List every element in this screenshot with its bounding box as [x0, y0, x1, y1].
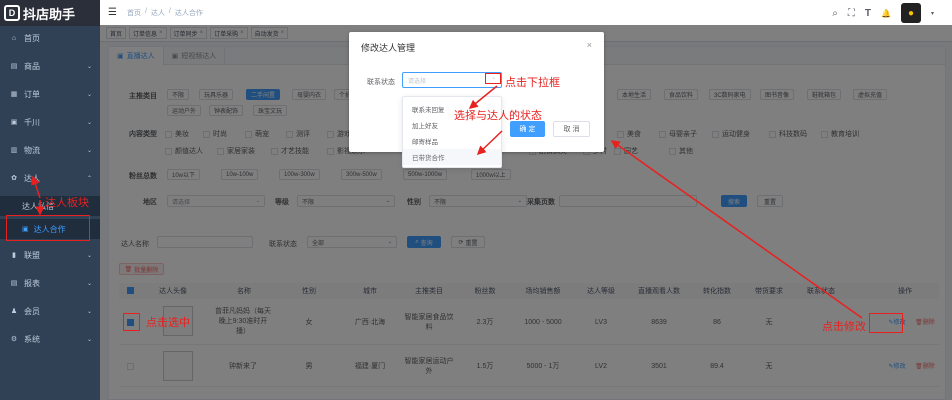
chevron-up-icon: ⌃	[86, 175, 92, 182]
sidebar-item-report[interactable]: ▤ 报表 ⌄	[0, 273, 100, 293]
chevron-down-icon: ⌄	[86, 91, 92, 98]
chevron-down-icon: ⌄	[86, 308, 92, 315]
fullscreen-icon[interactable]: ⛶	[848, 8, 855, 19]
annotation-box-row-checkbox	[123, 313, 140, 331]
sidebar-item-alliance[interactable]: ▮ 联盟 ⌄	[0, 245, 100, 265]
chevron-down-icon: ⌄	[86, 63, 92, 70]
sidebar-item-label: 会员	[24, 306, 40, 316]
close-icon[interactable]: ×	[587, 40, 592, 50]
app-name: 抖店助手	[23, 6, 76, 22]
confirm-button[interactable]: 确 定	[510, 121, 545, 137]
annotation-choose-status: 选择与达人的状态	[454, 110, 542, 122]
sidebar-item-label: 物流	[24, 145, 40, 155]
sidebar-item-system[interactable]: ⚙ 系统 ⌄	[0, 329, 100, 349]
sidebar-item-label: 联盟	[24, 250, 40, 260]
app-logo: D 抖店助手	[0, 0, 100, 26]
caret-down-icon[interactable]: ▾	[931, 10, 934, 17]
sidebar-item-qianchuan[interactable]: ▣ 千川 ⌄	[0, 112, 100, 132]
report-icon: ▤	[10, 280, 18, 287]
sidebar-item-logistics[interactable]: ▥ 物流 ⌄	[0, 140, 100, 160]
dialog-title: 修改达人管理	[361, 43, 416, 53]
avatar-image: ●	[907, 7, 914, 19]
sidebar-item-label: 首页	[24, 33, 40, 43]
sidebar-item-label: 订单	[24, 89, 40, 99]
sidebar-item-order[interactable]: ▦ 订单 ⌄	[0, 84, 100, 104]
annotation-talent-block: 达人板块	[45, 197, 89, 209]
contact-status-label: 联系状态	[367, 79, 395, 86]
dropdown-option[interactable]: 已带货合作	[403, 149, 501, 165]
alliance-icon: ▮	[12, 252, 16, 259]
chevron-down-icon: ⌄	[86, 336, 92, 343]
chevron-down-icon: ⌄	[86, 280, 92, 287]
sidebar-item-label: 商品	[24, 61, 40, 71]
cancel-button[interactable]: 取 消	[553, 121, 590, 137]
sidebar-item-talent[interactable]: ✿ 达人 ⌃	[0, 168, 100, 188]
annotation-click-dropdown: 点击下拉框	[505, 77, 560, 89]
breadcrumb-sep: /	[168, 7, 171, 15]
top-header: ☰ 首页 / 达人 / 达人合作 ⌕ ⛶ T 🔔 ● ▾	[100, 0, 952, 25]
annotation-click-edit: 点击修改	[822, 321, 866, 333]
chevron-down-icon: ⌄	[86, 252, 92, 259]
sidebar-item-label: 千川	[24, 117, 40, 127]
sidebar-item-product[interactable]: ▤ 商品 ⌄	[0, 56, 100, 76]
annotation-box-dropdown	[485, 73, 501, 84]
breadcrumb-sep: /	[144, 7, 147, 15]
breadcrumb-item[interactable]: 首页	[127, 8, 141, 18]
home-icon: ⌂	[11, 34, 17, 42]
product-icon: ▤	[10, 63, 18, 70]
hamburger-icon[interactable]: ☰	[108, 7, 117, 18]
breadcrumb-current: 达人合作	[174, 9, 203, 17]
font-size-icon[interactable]: T	[865, 8, 871, 19]
gear-icon: ⚙	[10, 336, 18, 343]
sidebar-item-home[interactable]: ⌂ 首页	[0, 28, 100, 48]
annotation-click-select: 点击选中	[146, 317, 190, 329]
search-icon[interactable]: ⌕	[832, 8, 838, 19]
avatar[interactable]: ●	[900, 3, 921, 23]
dropdown-option[interactable]: 邮寄样品	[403, 133, 501, 149]
header-tools: ⌕ ⛶ T 🔔 ● ▾	[832, 3, 934, 23]
chevron-down-icon: ⌄	[86, 147, 92, 154]
talent-icon: ✿	[11, 175, 17, 182]
annotation-box-edit	[869, 313, 903, 333]
sidebar-item-label: 达人	[24, 173, 40, 183]
select-placeholder: 请选择	[408, 78, 427, 85]
breadcrumb-item[interactable]: 达人	[151, 8, 165, 18]
bell-icon[interactable]: 🔔	[881, 9, 891, 18]
qianchuan-icon: ▣	[10, 119, 18, 126]
sidebar-item-member[interactable]: ♟ 会员 ⌄	[0, 301, 100, 321]
chevron-down-icon: ⌄	[86, 119, 92, 126]
annotation-box-talent-cooperation	[6, 215, 90, 241]
sidebar-item-label: 报表	[24, 278, 40, 288]
breadcrumb: 首页 / 达人 / 达人合作	[127, 8, 203, 18]
order-icon: ▦	[10, 91, 18, 98]
logistics-icon: ▥	[10, 147, 18, 154]
member-icon: ♟	[10, 308, 18, 315]
logo-mark-icon: D	[4, 5, 20, 21]
sidebar-item-label: 系统	[24, 334, 40, 344]
